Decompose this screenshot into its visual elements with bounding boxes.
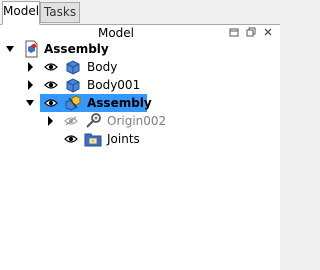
chevron-down-icon[interactable]: [5, 43, 15, 55]
tree-item-label: Body001: [87, 78, 141, 92]
eye-icon[interactable]: [44, 80, 58, 90]
tab-tasks[interactable]: Tasks: [40, 2, 80, 23]
tab-model[interactable]: Model: [2, 1, 40, 25]
tree-item-body[interactable]: Body: [0, 58, 280, 76]
assembly-icon: [65, 95, 81, 111]
eye-icon[interactable]: [44, 98, 58, 108]
assembly-document-icon: [25, 40, 38, 58]
chevron-right-icon[interactable]: [25, 79, 35, 91]
tree-item-label: Joints: [107, 132, 140, 146]
panel-title-bar: Model: [0, 25, 280, 41]
tree-item-body001[interactable]: Body001: [0, 76, 280, 94]
tree-item-joints[interactable]: Joints: [0, 130, 280, 148]
eye-hidden-icon[interactable]: [64, 116, 78, 126]
panel-title: Model: [97, 26, 135, 40]
part-body-icon: [66, 78, 80, 93]
chevron-right-icon[interactable]: [45, 115, 55, 127]
model-panel: Model Assembly Body Body001 Assembly Ori…: [0, 25, 280, 270]
tree-item-label: Origin002: [107, 114, 167, 128]
part-body-icon: [66, 60, 80, 75]
chevron-right-icon[interactable]: [25, 61, 35, 73]
float-panel-icon[interactable]: [228, 27, 240, 39]
eye-icon[interactable]: [44, 62, 58, 72]
close-panel-icon[interactable]: [262, 27, 274, 39]
tree-item-label: Body: [87, 60, 118, 74]
tree-item-assembly[interactable]: Assembly: [0, 94, 280, 112]
joints-folder-icon: [84, 133, 102, 147]
tree-root-row[interactable]: Assembly: [0, 40, 280, 58]
chevron-down-icon[interactable]: [25, 97, 35, 109]
origin-icon: [86, 113, 101, 128]
tab-bar: Model Tasks: [0, 0, 280, 26]
restore-panel-icon[interactable]: [245, 27, 257, 39]
tree-item-label: Assembly: [87, 96, 152, 110]
tree-item-origin002[interactable]: Origin002: [0, 112, 280, 130]
eye-icon[interactable]: [64, 134, 78, 144]
tree-root-label: Assembly: [44, 42, 109, 56]
